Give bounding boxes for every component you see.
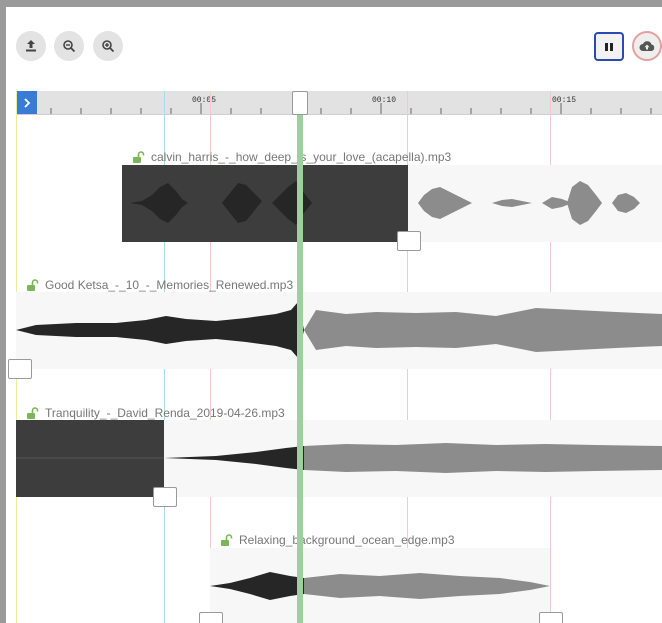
playhead-handle[interactable] (292, 91, 308, 115)
zoom-in-button[interactable] (93, 31, 123, 61)
trim-handle[interactable] (8, 359, 32, 379)
upload-icon (26, 40, 36, 52)
pause-icon (605, 42, 613, 51)
unlock-icon[interactable] (26, 406, 39, 420)
track-title: Relaxing_background_ocean_edge.mp3 (220, 533, 455, 547)
waveform[interactable] (16, 420, 662, 497)
zoom-out-button[interactable] (54, 31, 84, 61)
trim-handle[interactable] (199, 612, 223, 623)
unlock-icon[interactable] (26, 278, 39, 292)
track-name: Tranquility_-_David_Renda_2019-04-26.mp3 (45, 406, 285, 420)
track-title: Good Ketsa_-_10_-_Memories_Renewed.mp3 (26, 278, 293, 292)
waveform[interactable] (122, 165, 662, 242)
editor-frame: 00:05 00:10 00:15 calvin_harris_-_how_de… (6, 7, 662, 623)
pause-button[interactable] (594, 32, 624, 61)
trim-handle[interactable] (539, 612, 563, 623)
track-title: Tranquility_-_David_Renda_2019-04-26.mp3 (26, 406, 285, 420)
unlock-icon[interactable] (132, 150, 145, 164)
unlock-icon[interactable] (220, 533, 233, 547)
waveform[interactable] (210, 548, 550, 623)
trim-handle[interactable] (153, 487, 177, 507)
upload-button[interactable] (16, 31, 46, 61)
zoom-in-icon (102, 40, 115, 53)
tick-label: 00:15 (552, 96, 577, 105)
cloud-upload-button[interactable] (632, 31, 662, 61)
tick-label: 00:05 (192, 96, 217, 105)
track-name: Relaxing_background_ocean_edge.mp3 (239, 533, 455, 547)
playhead[interactable] (297, 114, 303, 623)
zoom-out-icon (63, 40, 76, 53)
trim-handle[interactable] (397, 231, 421, 251)
tick-label: 00:10 (372, 96, 397, 105)
track-name: Good Ketsa_-_10_-_Memories_Renewed.mp3 (45, 278, 294, 292)
cloud-upload-icon (639, 41, 655, 51)
timeline-ruler[interactable]: 00:05 00:10 00:15 (16, 91, 662, 115)
track-title: calvin_harris_-_how_deep_is_your_love_(a… (132, 150, 451, 164)
waveform[interactable] (16, 292, 662, 369)
